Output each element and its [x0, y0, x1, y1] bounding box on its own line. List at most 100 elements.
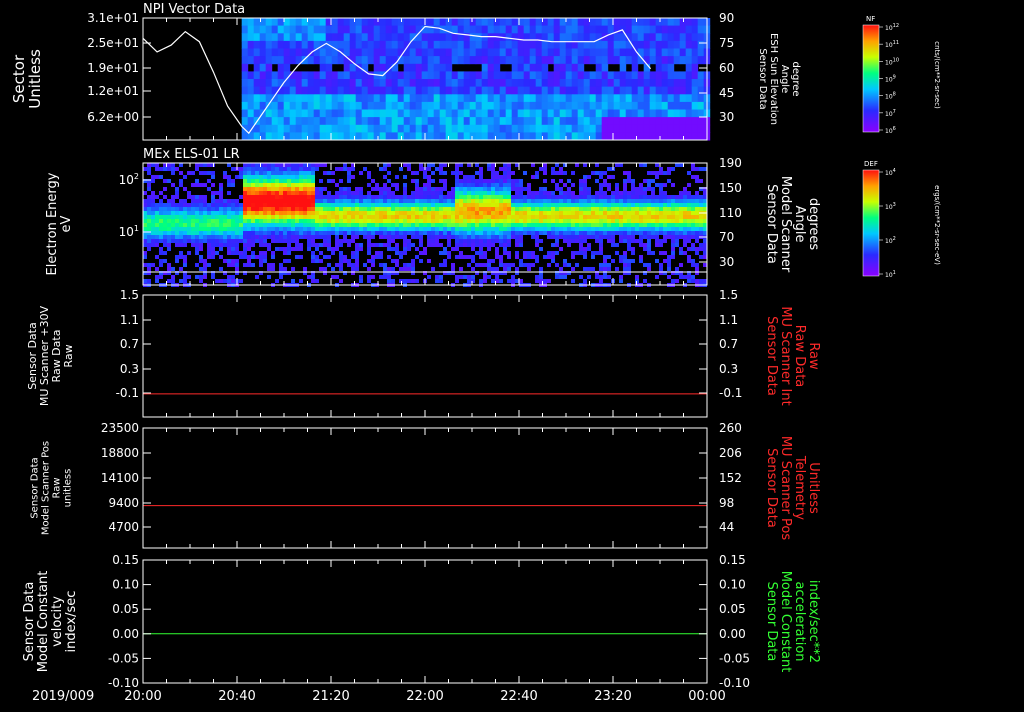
heat-cell [635, 219, 639, 223]
y-tick-label: 0.7 [120, 337, 139, 351]
heat-cell [471, 195, 475, 199]
heat-cell [613, 101, 621, 110]
heat-cell [471, 191, 475, 195]
heat-cell [559, 179, 563, 183]
heat-cell [427, 124, 435, 133]
heat-cell [567, 211, 571, 215]
heat-cell [427, 207, 431, 211]
heat-cell [379, 195, 383, 199]
heat-cell [247, 40, 255, 49]
heat-cell [679, 227, 683, 231]
heat-cell [187, 211, 191, 215]
heat-cell [427, 79, 435, 88]
heat-cell [667, 18, 675, 27]
heat-cell [691, 94, 699, 103]
heat-cell [367, 33, 375, 42]
heat-cell [251, 227, 255, 231]
heat-cell [391, 259, 395, 263]
heat-cell [447, 207, 451, 211]
heat-cell [445, 117, 453, 126]
heat-cell [631, 101, 639, 110]
heat-cell [519, 227, 523, 231]
heat-cell [675, 239, 679, 243]
heat-cell [559, 86, 567, 95]
heat-cell [431, 219, 435, 223]
heat-cell [503, 207, 507, 211]
heat-cell [679, 18, 687, 27]
heat-cell [423, 251, 427, 255]
heat-cell [313, 101, 321, 110]
heat-cell [307, 79, 315, 88]
heat-cell [583, 279, 587, 283]
heat-cell [359, 247, 363, 251]
heat-cell [503, 183, 507, 187]
heat-cell [675, 195, 679, 199]
heat-cell [691, 175, 695, 179]
heat-cell [579, 231, 583, 235]
heat-cell [239, 255, 243, 259]
heat-cell [419, 235, 423, 239]
heat-cell [463, 207, 467, 211]
heat-cell [643, 191, 647, 195]
heat-cell [167, 215, 171, 219]
heat-cell [591, 207, 595, 211]
heat-cell [475, 40, 483, 49]
heat-cell [673, 101, 681, 110]
heat-cell [259, 243, 263, 247]
heat-cell [443, 263, 447, 267]
heat-cell [683, 191, 687, 195]
heat-cell [699, 219, 703, 223]
heat-cell [195, 247, 199, 251]
y-axis-label: Raw [62, 344, 75, 367]
heat-cell [591, 227, 595, 231]
heat-cell [265, 40, 273, 49]
heat-cell [685, 79, 693, 88]
heat-cell [295, 171, 299, 175]
panel-frame [142, 559, 708, 684]
heat-cell [703, 231, 707, 235]
heat-cell [295, 25, 303, 34]
heat-cell [469, 56, 477, 65]
heat-cell [695, 267, 699, 271]
heat-cell [301, 94, 309, 103]
heat-cell [271, 179, 275, 183]
heat-cell [291, 239, 295, 243]
heat-cell [151, 199, 155, 203]
heat-cell [495, 231, 499, 235]
heat-cell [467, 211, 471, 215]
heat-cell [351, 207, 355, 211]
heat-cell [479, 263, 483, 267]
heat-cell [163, 219, 167, 223]
heat-cell [505, 56, 513, 65]
colorbar-tick-label: 107 [885, 109, 896, 118]
heat-cell [361, 25, 369, 34]
heat-cell [241, 25, 249, 34]
heat-cell [391, 207, 395, 211]
heat-cell [255, 179, 259, 183]
heat-cell [275, 199, 279, 203]
heat-cell [495, 203, 499, 207]
heat-cell [219, 195, 223, 199]
heat-cell [679, 275, 683, 279]
heat-cell [487, 231, 491, 235]
heat-cell [279, 167, 283, 171]
heat-cell [175, 255, 179, 259]
heat-cell [517, 71, 525, 80]
heat-cell [415, 171, 419, 175]
heat-cell [515, 191, 519, 195]
heat-cell [599, 251, 603, 255]
heat-cell [339, 187, 343, 191]
heat-cell [311, 183, 315, 187]
heat-cell [679, 215, 683, 219]
heat-cell [651, 207, 655, 211]
heat-cell [615, 243, 619, 247]
heat-cell [291, 207, 295, 211]
heat-cell [499, 259, 503, 263]
heat-cell [265, 117, 273, 126]
heat-cell [423, 207, 427, 211]
heat-cell [271, 79, 279, 88]
heat-cell [565, 63, 573, 72]
heat-cell [147, 199, 151, 203]
heat-cell [399, 219, 403, 223]
heat-cell [409, 25, 417, 34]
